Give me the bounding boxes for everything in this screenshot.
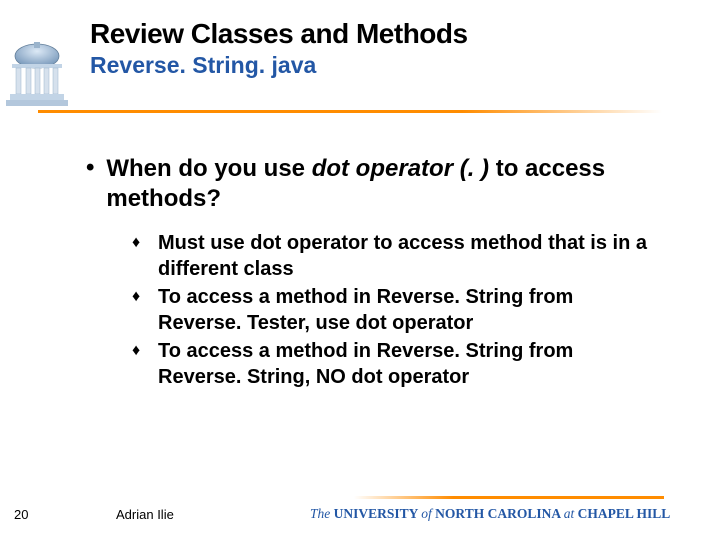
slide-header: Review Classes and Methods Reverse. Stri… <box>0 0 720 79</box>
author-name: Adrian Ilie <box>116 507 174 522</box>
list-item: ♦ Must use dot operator to access method… <box>132 230 662 282</box>
affil-univ: UNIVERSITY <box>330 506 421 521</box>
diamond-marker: ♦ <box>132 338 158 390</box>
question-text: When do you use dot operator (. ) to acc… <box>106 154 680 214</box>
affil-ch: CHAPEL HILL <box>574 506 670 521</box>
q-em: dot operator (. ) <box>312 155 489 182</box>
item-text: To access a method in Reverse. String fr… <box>158 284 662 336</box>
header-rule <box>38 110 662 113</box>
bullet-marker: • <box>86 154 106 214</box>
affil-of: of <box>421 506 432 521</box>
diamond-marker: ♦ <box>132 230 158 282</box>
page-number: 20 <box>14 507 28 522</box>
footer-rule <box>354 496 664 499</box>
item-text: To access a method in Reverse. String fr… <box>158 338 662 390</box>
affiliation: The UNIVERSITY of NORTH CAROLINA at CHAP… <box>310 506 670 522</box>
slide-content: • When do you use dot operator (. ) to a… <box>80 150 680 392</box>
slide-title: Review Classes and Methods <box>90 18 720 50</box>
slide-subtitle: Reverse. String. java <box>90 52 720 79</box>
affil-nc: NORTH CAROLINA <box>432 506 564 521</box>
list-item: ♦ To access a method in Reverse. String … <box>132 284 662 336</box>
q-pre: When do you use <box>106 155 311 182</box>
list-item: ♦ To access a method in Reverse. String … <box>132 338 662 390</box>
diamond-marker: ♦ <box>132 284 158 336</box>
item-text: Must use dot operator to access method t… <box>158 230 662 282</box>
slide-footer: 20 Adrian Ilie The UNIVERSITY of NORTH C… <box>0 496 720 540</box>
affil-at: at <box>564 506 575 521</box>
sub-bullet-list: ♦ Must use dot operator to access method… <box>132 230 662 390</box>
main-bullet: • When do you use dot operator (. ) to a… <box>86 154 680 214</box>
affil-the: The <box>310 506 330 521</box>
